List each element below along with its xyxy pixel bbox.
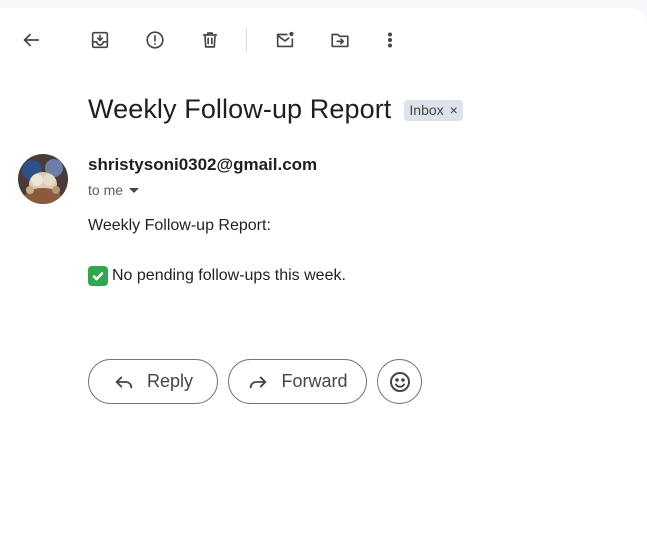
remove-label-icon[interactable]: ×: [450, 102, 458, 118]
mark-unread-button[interactable]: [267, 22, 303, 58]
label-chip-text: Inbox: [409, 102, 444, 118]
report-spam-button[interactable]: [137, 22, 173, 58]
report-spam-icon: [146, 31, 164, 49]
inbox-label-chip[interactable]: Inbox ×: [404, 100, 463, 121]
email-body-line-2: No pending follow-ups this week.: [88, 266, 346, 286]
forward-button[interactable]: Forward: [228, 359, 367, 404]
toolbar-divider: [246, 28, 247, 52]
subject-row: Weekly Follow-up Report Inbox ×: [88, 94, 463, 125]
archive-button[interactable]: [82, 22, 118, 58]
emoji-smile-icon: [389, 371, 410, 392]
archive-icon: [91, 31, 109, 49]
sender-email[interactable]: shristysoni0302@gmail.com: [88, 155, 317, 175]
add-reaction-button[interactable]: [377, 359, 422, 404]
reply-icon: [115, 376, 133, 388]
mark-unread-icon: [276, 31, 294, 48]
arrow-left-icon: [23, 33, 40, 47]
avatar-photo-icon: [18, 154, 68, 204]
delete-button[interactable]: [192, 22, 228, 58]
move-to-button[interactable]: [322, 22, 358, 58]
forward-label: Forward: [281, 371, 348, 391]
back-button[interactable]: [13, 22, 49, 58]
email-body-line-1: Weekly Follow-up Report:: [88, 217, 271, 234]
more-options-button[interactable]: [372, 22, 408, 58]
move-to-folder-icon: [331, 33, 349, 48]
reply-label: Reply: [146, 371, 194, 391]
recipient-text: to me: [88, 182, 124, 198]
show-details-caret-icon[interactable]: [129, 187, 140, 193]
forward-icon: [250, 376, 267, 388]
reply-button[interactable]: Reply: [88, 359, 218, 404]
check-mark-emoji-icon: [88, 266, 108, 286]
more-vert-icon: [387, 32, 393, 48]
email-view: Weekly Follow-up Report Inbox × shristys…: [0, 8, 647, 552]
toolbar: [0, 8, 647, 68]
recipient-line: to me: [88, 182, 140, 198]
trash-icon: [202, 32, 218, 48]
avatar[interactable]: [18, 154, 68, 204]
email-body-line-2-text: No pending follow-ups this week.: [112, 267, 346, 284]
email-subject: Weekly Follow-up Report: [88, 94, 392, 124]
